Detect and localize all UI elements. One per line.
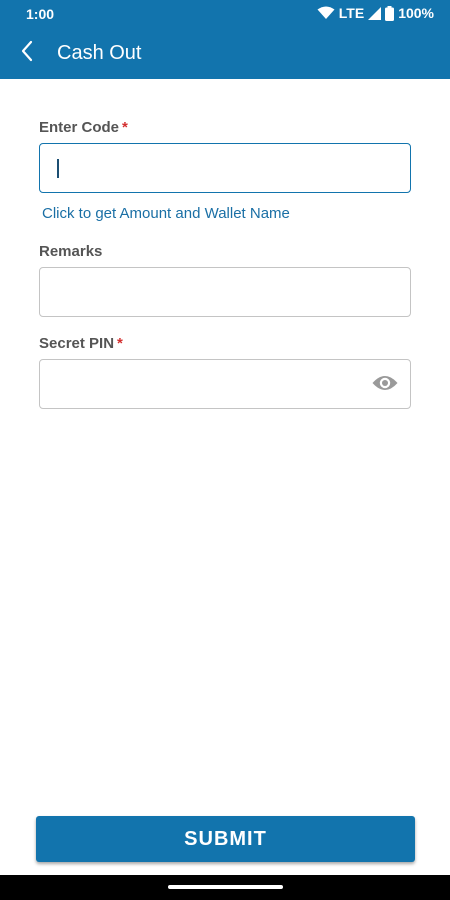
remarks-label-text: Remarks <box>39 243 103 260</box>
get-amount-link[interactable]: Click to get Amount and Wallet Name <box>42 205 290 222</box>
system-nav-bar <box>0 875 450 900</box>
status-time: 1:00 <box>26 6 55 22</box>
submit-button[interactable]: SUBMIT <box>36 816 415 862</box>
secret-pin-label-text: Secret PIN <box>39 335 115 352</box>
app-bar: Cash Out <box>0 28 450 79</box>
secret-pin-label: Secret PIN * <box>39 335 123 352</box>
chevron-left-icon <box>20 40 34 67</box>
page-title: Cash Out <box>57 42 142 64</box>
battery-level: 100% <box>398 5 434 21</box>
enter-code-label-text: Enter Code <box>39 119 120 136</box>
required-marker: * <box>117 335 123 352</box>
remarks-label: Remarks <box>39 243 102 260</box>
enter-code-input[interactable] <box>39 143 411 193</box>
wifi-icon <box>317 6 335 20</box>
status-bar: 1:00 LTE 100% <box>0 0 450 28</box>
required-marker: * <box>122 119 128 136</box>
cash-out-screen: 1:00 LTE 100% Cash Out Enter Code * Clic… <box>0 0 450 900</box>
signal-icon <box>368 6 382 20</box>
toggle-pin-visibility-button[interactable] <box>370 372 400 398</box>
network-type: LTE <box>338 5 365 21</box>
text-caret <box>57 159 59 178</box>
home-gesture-handle[interactable] <box>168 885 283 889</box>
back-button[interactable] <box>10 36 44 70</box>
status-icons: LTE 100% <box>317 5 434 21</box>
remarks-input[interactable] <box>39 267 411 317</box>
eye-icon <box>371 374 399 397</box>
battery-icon <box>385 5 395 21</box>
enter-code-label: Enter Code * <box>39 119 128 136</box>
secret-pin-input[interactable] <box>39 359 411 409</box>
